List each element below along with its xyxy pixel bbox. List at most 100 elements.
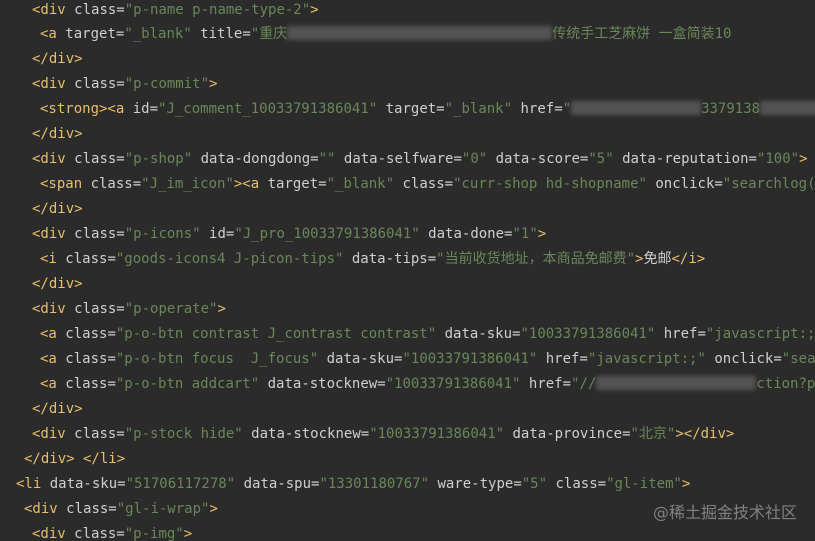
code-line[interactable]: <div class="gl-i-wrap"> [24,497,218,522]
code-token: "5" [521,476,548,492]
code-token: <div [24,501,67,517]
code-token: target= [267,176,327,192]
code-line[interactable]: <div class="p-shop" data-dongdong="" dat… [32,147,808,172]
code-token: "" [318,151,336,167]
code-token: "_blank" [444,101,513,117]
code-token: "goods-icons4 J-picon-tips" [115,251,344,267]
code-token: class= [74,76,125,92]
code-token: "13301180767" [319,476,430,492]
code-token: "searchlog(1,'10 [722,176,815,192]
code-token: "北京" [630,426,676,442]
code-token: "p-o-btn contrast J_contrast contrast" [115,326,437,342]
code-token: "javascript:;" [587,351,706,367]
code-token: </div> [32,401,83,417]
code-token: href= [520,376,572,392]
code-token: ><a [233,176,268,192]
code-token: <div [32,526,75,541]
code-token: onclick= [646,176,723,192]
code-token: data-reputation= [613,151,757,167]
code-line[interactable]: </div> [32,47,83,72]
code-token: "100" [756,151,800,167]
code-token: class= [547,476,607,492]
code-token: </div> [32,276,83,292]
code-token: <span [40,176,91,192]
code-editor[interactable]: <div class="p-name p-name-type-2"> <a tar… [0,0,815,541]
code-line[interactable]: <div class="p-commit"> [32,72,217,97]
code-token: href= [537,351,588,367]
code-token: ></div> [675,426,735,442]
code-line[interactable]: <div class="p-operate"> [32,297,226,322]
code-token: > [217,301,226,317]
code-token: data-stocknew= [259,376,386,392]
code-token: "J_im_icon" [141,176,234,192]
watermark: @稀土掘金技术社区 [653,499,797,523]
code-line[interactable]: </div> [32,272,83,297]
code-token: target= [377,101,445,117]
code-token: "p-o-btn addcart" [115,376,260,392]
code-token: data-sku= [318,351,403,367]
code-token: id= [200,226,235,242]
code-line[interactable]: <div class="p-icons" id="J_pro_100337913… [32,222,546,247]
code-token: <div [32,151,75,167]
code-line[interactable]: </div> [32,197,83,222]
code-token: <div [32,76,75,92]
code-line[interactable]: <a class="p-o-btn focus J_focus" data-sk… [40,347,815,372]
code-token: <div [32,226,75,242]
code-line[interactable]: <a class="p-o-btn contrast J_contrast co… [40,322,815,347]
code-token: "当前收货地址，本商品免邮费" [436,251,636,267]
code-line[interactable]: <a target="_blank" title="重庆 传统手工芝麻饼 一盒简装… [40,22,732,47]
code-token: class= [65,251,116,267]
code-token: "51706117278" [125,476,236,492]
redacted-region [571,101,702,115]
code-token: "p-name p-name-type-2" [124,2,311,18]
code-token: </div> [32,126,83,142]
code-token: "javascript:;" [705,326,815,342]
code-token: "gl-item" [606,476,682,492]
code-token: "1" [512,226,538,242]
code-token: data-selfware= [335,151,462,167]
code-token: <div [32,301,75,317]
redacted-region [596,376,757,390]
code-token: class= [74,526,125,541]
watermark-text: @稀土掘金技术社区 [652,503,797,522]
redacted-region [760,101,815,115]
code-line[interactable]: <i class="goods-icons4 J-picon-tips" dat… [40,247,705,272]
code-token: data-score= [487,151,589,167]
code-line[interactable]: <div class="p-stock hide" data-stocknew=… [32,422,734,447]
code-token: class= [74,2,125,18]
code-token: class= [74,301,125,317]
code-line[interactable]: <span class="J_im_icon"><a target="_blan… [40,172,815,197]
code-token: data-sku= [49,476,126,492]
code-token: 免邮 [643,251,672,267]
redacted-region [287,26,553,40]
code-token: "0" [461,151,488,167]
code-line[interactable]: </div> [32,397,83,422]
code-token: <li [16,476,50,492]
code-line[interactable]: <li data-sku="51706117278" data-spu="133… [16,472,690,497]
code-token: "p-commit" [124,76,210,92]
code-token: <a [40,326,66,342]
code-token: </div> [32,51,83,67]
code-token: class= [65,376,116,392]
code-token: <strong><a [40,101,133,117]
code-token: data-done= [419,226,513,242]
code-token: > [209,501,218,517]
code-token: data-sku= [436,326,521,342]
code-token: class= [74,226,125,242]
code-token: > [799,151,808,167]
code-line[interactable]: <div class="p-name p-name-type-2"> [32,0,319,23]
code-token: data-tips= [343,251,437,267]
code-token: <div [32,2,75,18]
code-token: "10033791386041" [402,351,538,367]
code-token: <a [40,351,66,367]
code-token: > [681,476,691,492]
code-line[interactable]: </div> [32,122,83,147]
code-line[interactable]: <div class="p-img"> [32,522,192,541]
code-token: </div> </li> [24,451,126,467]
code-line[interactable]: <strong><a id="J_comment_10033791386041"… [40,97,815,122]
code-line[interactable]: </div> </li> [24,447,125,472]
code-token: > [310,2,319,18]
code-token: "searchlo [781,351,815,367]
code-line[interactable]: <a class="p-o-btn addcart" data-stocknew… [40,372,815,397]
code-token: "p-o-btn focus J_focus" [115,351,319,367]
